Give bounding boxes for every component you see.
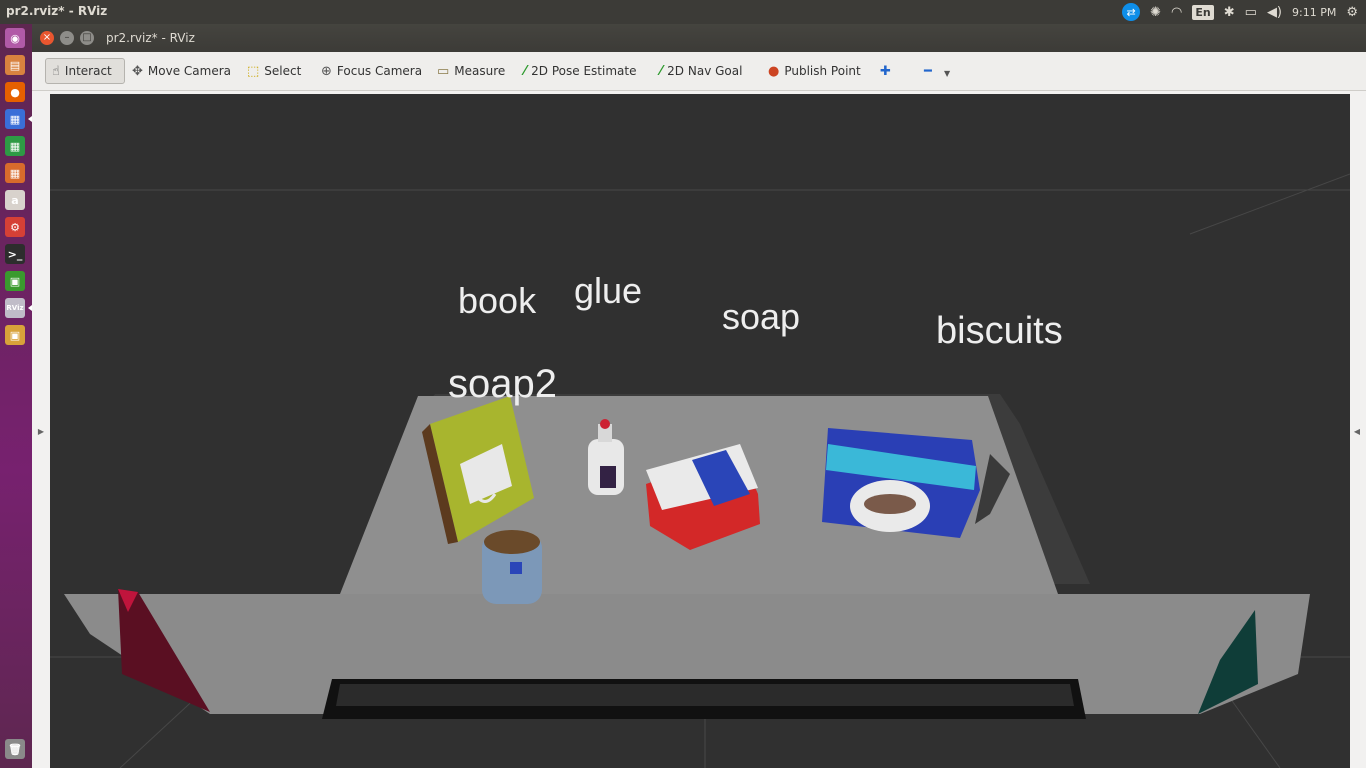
object-label-soap: soap [722,296,801,337]
interact-tool[interactable]: ☝ Interact [45,58,125,84]
remove-tool-button[interactable]: ━ [924,58,932,84]
window-maximize-button[interactable]: □ [80,31,94,45]
3d-scene [50,173,1350,768]
amazon-icon[interactable]: a [5,190,25,210]
system-settings-icon[interactable]: ⚙ [5,217,25,237]
active-window-title: pr2.rviz* - RViz [6,4,108,18]
focus-camera-tool[interactable]: ⊕ Focus Camera [321,58,422,84]
impress-icon[interactable]: ▦ [5,163,25,183]
plus-icon: ✚ [880,63,891,79]
system-tray: ⇄ ✺ ◠ En ✱ ▭ ◀) 9:11 PM ⚙ [1122,0,1358,24]
object-label-glue: glue [574,270,643,311]
window-minimize-button[interactable]: – [60,31,74,45]
wifi-icon[interactable]: ◠ [1171,5,1182,20]
battery-icon[interactable]: ▭ [1245,5,1257,20]
tool-label: Measure [454,64,506,78]
bluetooth-icon[interactable]: ✱ [1224,5,1235,20]
publish-point-tool[interactable]: ● Publish Point [768,58,861,84]
trash-icon[interactable]: 🗑 [5,739,25,759]
pose-estimate-tool[interactable]: ⁄ 2D Pose Estimate [524,58,636,84]
firefox-icon[interactable]: ● [5,82,25,102]
tool-label: Publish Point [784,64,861,78]
green-arrow-icon: ⁄ [524,63,527,79]
tool-label: 2D Pose Estimate [531,64,637,78]
clock[interactable]: 9:11 PM [1292,6,1336,19]
select-tool[interactable]: ⬚ Select [247,58,301,84]
hand-icon: ☝ [52,63,60,79]
terminal-icon[interactable]: >_ [5,244,25,264]
select-box-icon: ⬚ [247,63,260,79]
writer-icon[interactable]: ▦ [5,109,25,129]
map-pin-icon: ● [768,63,780,79]
minus-icon: ━ [924,63,932,79]
move-camera-icon: ✥ [132,63,143,79]
launcher: ◉ ▤ ● ▦ ▦ ▦ a ⚙ >_ ▣ RViz ▣ 🗑 [0,24,32,768]
chevron-right-icon: ▶ [37,426,45,436]
add-tool-button[interactable]: ✚ [880,58,891,84]
top-panel: pr2.rviz* - RViz ⇄ ✺ ◠ En ✱ ▭ ◀) 9:11 PM… [0,0,1366,24]
tool-label: Interact [64,64,112,78]
green-arrow-icon: ⁄ [660,63,663,79]
volume-icon[interactable]: ◀) [1267,5,1282,20]
rviz-icon[interactable]: RViz [5,298,25,318]
ruler-icon: ▭ [437,63,450,79]
tool-label: Select [264,64,302,78]
window-close-button[interactable]: × [40,31,54,45]
right-panel-expand-handle[interactable]: ◀ [1350,94,1364,768]
sync-icon[interactable]: ✺ [1150,5,1161,20]
object-label-book: book [458,280,537,321]
window-title: pr2.rviz* - RViz [106,31,195,45]
files-icon[interactable]: ▤ [5,55,25,75]
tool-label: Focus Camera [336,64,423,78]
object-label-biscuits: biscuits [936,310,1063,352]
window-titlebar[interactable]: × – □ pr2.rviz* - RViz [32,24,1366,52]
dash-icon[interactable]: ◉ [5,28,25,48]
keyboard-layout-indicator[interactable]: En [1192,4,1214,20]
measure-tool[interactable]: ▭ Measure [437,58,505,84]
tool-toolbar: ☝ Interact ✥ Move Camera ⬚ Select ⊕ Focu… [32,52,1366,91]
render-viewport[interactable]: book glue soap biscuits soap2 [50,94,1350,768]
gazebo-icon[interactable]: ▣ [5,325,25,345]
settings-gear-icon[interactable]: ⚙ [1346,5,1358,20]
tool-label: Move Camera [147,64,231,78]
chevron-down-icon[interactable]: ▼ [944,69,950,78]
move-camera-tool[interactable]: ✥ Move Camera [132,58,231,84]
object-label-soap2: soap2 [448,362,557,406]
tool-label: 2D Nav Goal [667,64,743,78]
calc-icon[interactable]: ▦ [5,136,25,156]
nav-goal-tool[interactable]: ⁄ 2D Nav Goal [660,58,742,84]
monitor-icon[interactable]: ▣ [5,271,25,291]
soap2-object [482,530,542,604]
teamviewer-icon[interactable]: ⇄ [1122,3,1141,21]
table-front-face [336,684,1074,706]
left-panel-expand-handle[interactable]: ▶ [34,94,48,768]
chevron-left-icon: ◀ [1353,426,1361,436]
rviz-window: × – □ pr2.rviz* - RViz ☝ Interact ✥ Move… [32,24,1366,768]
focus-icon: ⊕ [321,63,332,79]
